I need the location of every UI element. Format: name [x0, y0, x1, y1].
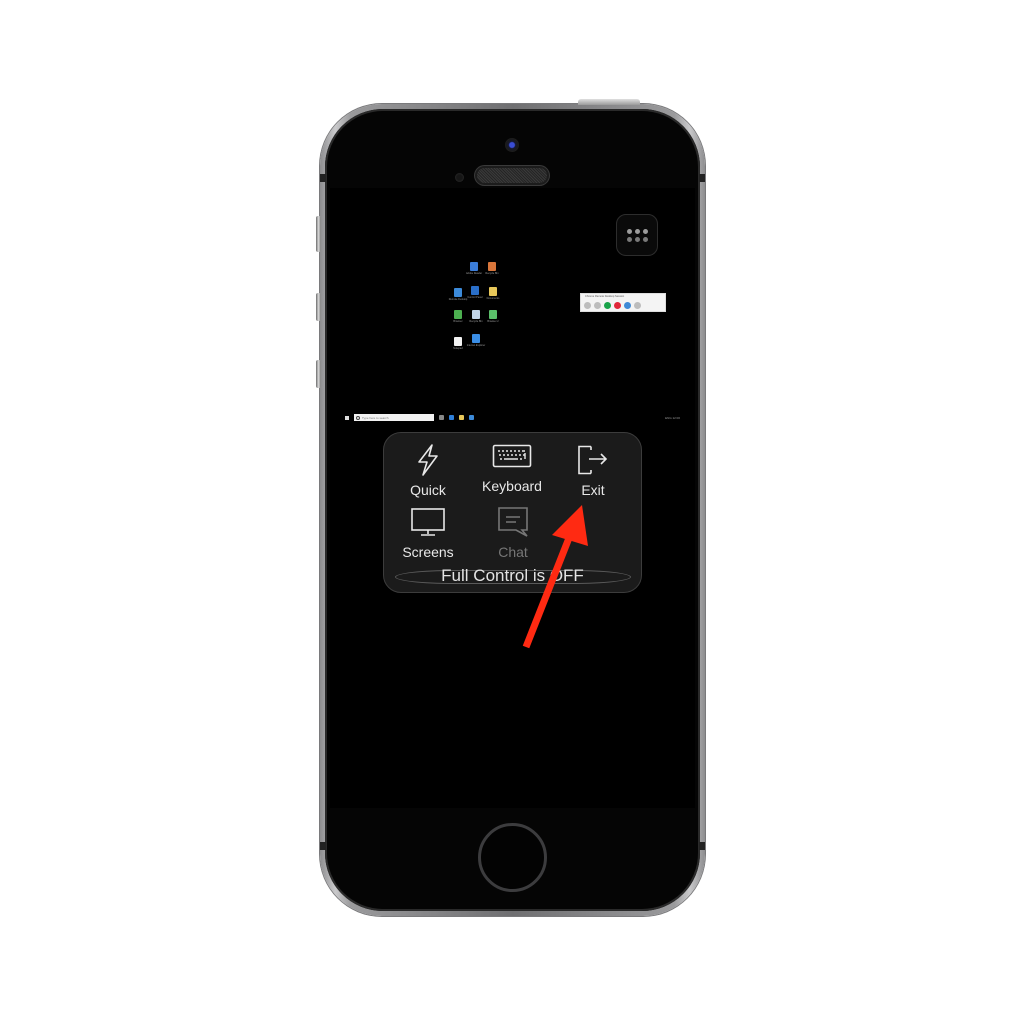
proximity-sensor	[455, 173, 464, 182]
earpiece-speaker	[477, 168, 547, 183]
edge-icon[interactable]	[449, 415, 454, 420]
menu-icon[interactable]	[584, 302, 591, 309]
cortana-icon	[356, 415, 360, 420]
antenna-band	[320, 842, 326, 850]
remote-app-icon[interactable]	[469, 415, 474, 420]
desktop-icon[interactable]: Notepad	[448, 337, 468, 350]
desktop-icon[interactable]: Documents	[483, 287, 503, 300]
monitor-icon	[411, 508, 445, 536]
internet-explorer-icon	[472, 334, 480, 343]
mute-switch	[316, 216, 321, 252]
document-icon	[470, 262, 478, 271]
dot-icon	[626, 236, 632, 242]
taskbar-search-box[interactable]: Type here to search	[354, 414, 434, 421]
power-button	[578, 99, 640, 105]
keyboard-icon	[492, 444, 532, 468]
dot-icon	[634, 236, 640, 242]
dot-icon	[626, 228, 632, 234]
desktop-icon[interactable]: Control Panel	[465, 286, 485, 299]
desktop-icon[interactable]: Internet Explorer	[466, 334, 486, 347]
remote-icon	[454, 288, 462, 297]
windows-start-icon[interactable]	[345, 415, 349, 420]
task-view-icon[interactable]	[439, 415, 444, 420]
quick-button[interactable]: Quick	[386, 442, 470, 498]
exit-icon	[578, 445, 608, 475]
home-button[interactable]	[478, 823, 547, 892]
keyboard-button[interactable]: Keyboard	[470, 438, 554, 494]
remote-taskbar: Type here to search ENG 12:00	[345, 413, 680, 422]
chat-icon	[498, 507, 528, 537]
more-options-button[interactable]	[616, 214, 658, 256]
desktop-icon-grid: Adobe Reader Recycle Bin Remote Desktop …	[448, 260, 508, 356]
recycle-icon	[488, 262, 496, 271]
exit-button[interactable]: Exit	[551, 442, 635, 498]
recycle-bin-icon	[472, 310, 480, 319]
volume-up-button	[316, 293, 321, 321]
desktop-icon[interactable]: Adobe Reader	[464, 262, 484, 275]
full-control-status: Full Control is OFF	[441, 566, 584, 585]
accept-icon[interactable]	[604, 302, 611, 309]
antenna-band	[699, 842, 705, 850]
browser-icon	[489, 310, 497, 319]
desktop-icon[interactable]: Browser	[448, 310, 468, 323]
dot-icon	[634, 228, 640, 234]
antenna-band	[699, 174, 705, 182]
chat-button[interactable]: Chat	[471, 504, 555, 560]
front-camera	[505, 138, 519, 152]
desktop-icon[interactable]: Browser 2	[483, 310, 503, 323]
screens-icon[interactable]	[594, 302, 601, 309]
browser-icon	[454, 310, 462, 319]
remote-window-toolbar	[581, 300, 665, 311]
dot-icon	[642, 228, 648, 234]
chat-icon[interactable]	[624, 302, 631, 309]
control-panel-icon	[471, 286, 479, 295]
remote-session-window[interactable]: Chrome Remote Desktop Session	[580, 293, 666, 312]
system-tray: ENG 12:00	[665, 415, 680, 420]
file-icon[interactable]	[634, 302, 641, 309]
volume-down-button	[316, 360, 321, 388]
folder-icon	[489, 287, 497, 296]
lightning-icon	[418, 444, 438, 476]
stop-icon[interactable]	[614, 302, 621, 309]
antenna-band	[320, 174, 326, 182]
dot-icon	[642, 236, 648, 242]
desktop-icon[interactable]: Recycle Bin	[482, 262, 502, 275]
notepad-icon	[454, 337, 462, 346]
screens-button[interactable]: Screens	[386, 504, 470, 560]
file-explorer-icon[interactable]	[459, 415, 464, 420]
